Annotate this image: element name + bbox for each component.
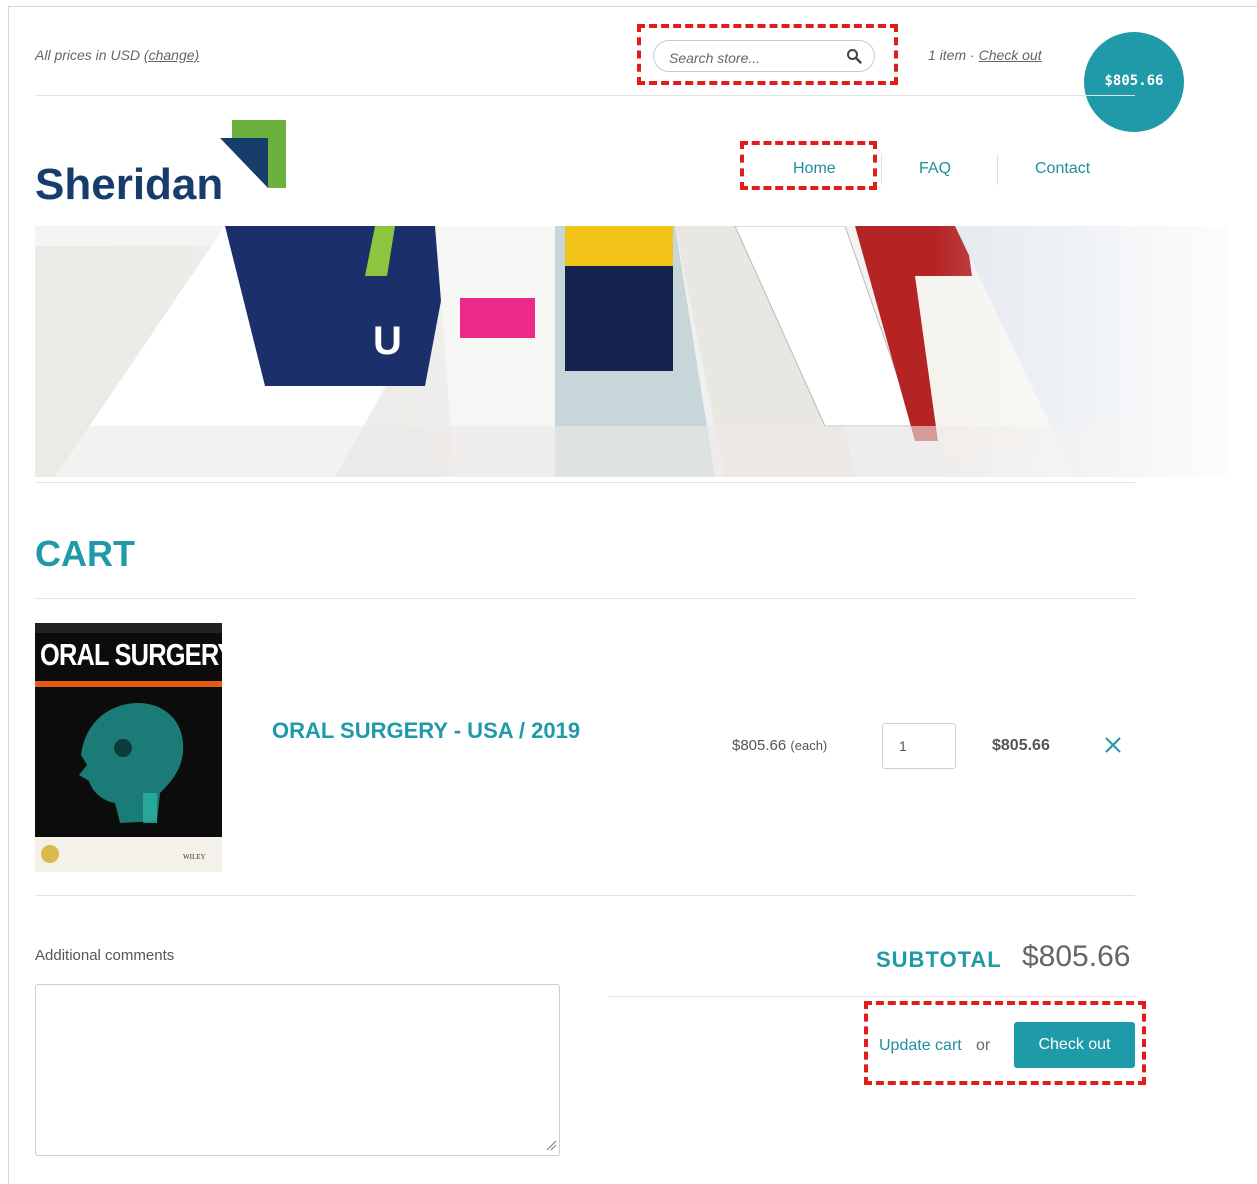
brand-name: Sheridan	[35, 160, 224, 209]
unit-price-note: (each)	[790, 738, 828, 753]
page-title: CART	[35, 533, 135, 574]
society-seal-icon	[41, 845, 59, 863]
header-divider	[35, 95, 1135, 96]
cover-title: ORAL SURGERY	[40, 637, 222, 672]
cart-count: 1 item	[928, 47, 967, 63]
unit-price-value: $805.66	[732, 737, 787, 754]
highlight-home	[740, 141, 877, 190]
close-icon[interactable]	[1102, 734, 1124, 756]
cart-summary: 1 item · Check out	[928, 47, 1042, 63]
cart-total-bubble[interactable]: $805.66	[1084, 32, 1184, 132]
cart-separator: ·	[970, 47, 975, 63]
cart-divider	[35, 598, 1135, 599]
unit-price: $805.66 (each)	[732, 737, 827, 754]
product-image[interactable]: ORAL SURGERY WILEY	[35, 623, 222, 872]
comments-textarea[interactable]	[35, 984, 560, 1156]
subtotal-divider	[609, 996, 1135, 997]
subtotal-label: SUBTOTAL	[876, 947, 1002, 972]
cover-publisher: WILEY	[183, 853, 206, 861]
quantity-box[interactable]	[882, 723, 956, 769]
hero-banner: U	[35, 226, 1229, 477]
nav-divider	[997, 155, 998, 185]
cover-header-strip	[35, 623, 222, 633]
cover-footer: WILEY	[35, 837, 222, 872]
svg-text:U: U	[373, 319, 402, 363]
cover-orange-band	[35, 681, 222, 687]
banner-divider	[35, 482, 1135, 483]
nav-faq[interactable]: FAQ	[919, 160, 951, 178]
currency-notice: All prices in USD (change)	[35, 47, 199, 63]
currency-change-link[interactable]: (change)	[144, 47, 199, 63]
resize-handle-icon[interactable]	[545, 1139, 557, 1151]
brand-logo[interactable]: Sheridan	[35, 120, 287, 209]
nav-divider	[881, 155, 882, 185]
currency-text: All prices in USD	[35, 47, 141, 63]
highlight-checkout	[864, 1001, 1146, 1085]
comments-label: Additional comments	[35, 947, 175, 964]
highlight-search	[637, 24, 898, 85]
quantity-input[interactable]	[897, 737, 951, 755]
skull-illustration	[79, 703, 184, 823]
banner-image: U	[35, 226, 1229, 477]
header-checkout-link[interactable]: Check out	[979, 47, 1042, 63]
product-name-link[interactable]: ORAL SURGERY - USA / 2019	[272, 716, 592, 746]
line-total: $805.66	[992, 737, 1050, 754]
subtotal-value: $805.66	[1022, 940, 1131, 973]
logo-mark-icon	[220, 120, 286, 188]
items-divider	[35, 895, 1135, 896]
nav-contact[interactable]: Contact	[1035, 160, 1090, 178]
